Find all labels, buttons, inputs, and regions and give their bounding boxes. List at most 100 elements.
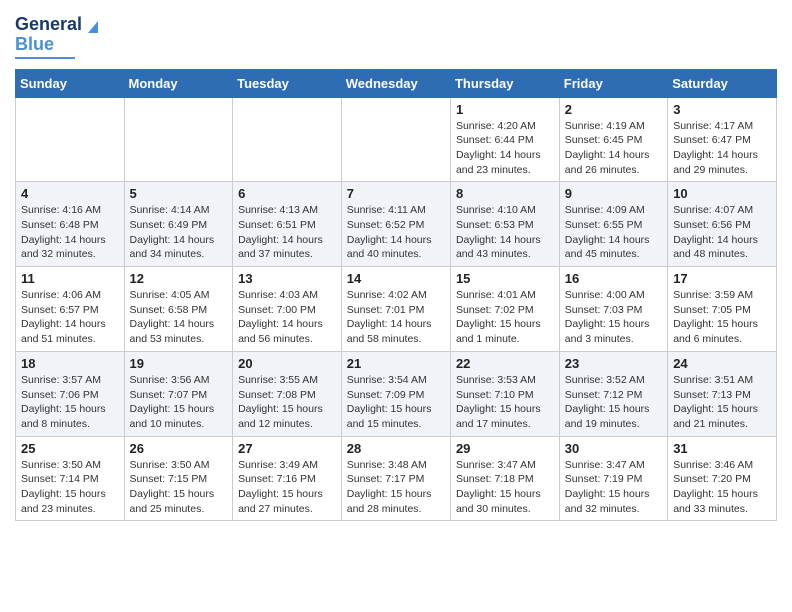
calendar-week-row: 25 Sunrise: 3:50 AM Sunset: 7:14 PM Dayli… [16, 436, 777, 521]
calendar-cell: 1Sunrise: 4:20 AM Sunset: 6:44 PM Daylig… [450, 97, 559, 182]
weekday-header-thursday: Thursday [450, 69, 559, 97]
weekday-header-wednesday: Wednesday [341, 69, 450, 97]
calendar-cell: 25 Sunrise: 3:50 AM Sunset: 7:14 PM Dayli… [16, 436, 125, 521]
day-info: Sunrise: 4:14 AM Sunset: 6:49 PM Dayligh… [130, 203, 228, 262]
calendar-cell [124, 97, 233, 182]
day-info: Sunrise: 4:09 AM Sunset: 6:55 PM Dayligh… [565, 203, 662, 262]
day-number: 19 [130, 356, 228, 371]
calendar-cell: 18 Sunrise: 3:57 AM Sunset: 7:06 PM Dayli… [16, 351, 125, 436]
calendar-week-row: 11 Sunrise: 4:06 AM Sunset: 6:57 PM Dayli… [16, 267, 777, 352]
day-number: 13 [238, 271, 336, 286]
day-info: Sunrise: 4:01 AM Sunset: 7:02 PM Dayligh… [456, 288, 554, 347]
calendar-week-row: 18 Sunrise: 3:57 AM Sunset: 7:06 PM Dayli… [16, 351, 777, 436]
calendar-cell: 27 Sunrise: 3:49 AM Sunset: 7:16 PM Dayli… [233, 436, 342, 521]
day-info: Sunrise: 4:16 AM Sunset: 6:48 PM Dayligh… [21, 203, 119, 262]
day-number: 16 [565, 271, 662, 286]
day-info: Sunrise: 3:51 AM Sunset: 7:13 PM Dayligh… [673, 373, 771, 432]
calendar-cell: 26 Sunrise: 3:50 AM Sunset: 7:15 PM Dayli… [124, 436, 233, 521]
calendar-cell: 30 Sunrise: 3:47 AM Sunset: 7:19 PM Dayli… [559, 436, 667, 521]
logo-text-blue: Blue [15, 35, 54, 55]
calendar-cell: 5 Sunrise: 4:14 AM Sunset: 6:49 PM Daylig… [124, 182, 233, 267]
day-number: 23 [565, 356, 662, 371]
day-info: Sunrise: 4:10 AM Sunset: 6:53 PM Dayligh… [456, 203, 554, 262]
day-number: 8 [456, 186, 554, 201]
day-number: 2 [565, 102, 662, 117]
calendar-cell: 20Sunrise: 3:55 AM Sunset: 7:08 PM Dayli… [233, 351, 342, 436]
day-number: 17 [673, 271, 771, 286]
day-info: Sunrise: 4:13 AM Sunset: 6:51 PM Dayligh… [238, 203, 336, 262]
day-number: 31 [673, 441, 771, 456]
calendar-cell: 6 Sunrise: 4:13 AM Sunset: 6:51 PM Daylig… [233, 182, 342, 267]
calendar-cell: 21 Sunrise: 3:54 AM Sunset: 7:09 PM Dayli… [341, 351, 450, 436]
day-number: 11 [21, 271, 119, 286]
day-number: 25 [21, 441, 119, 456]
calendar-cell: 7Sunrise: 4:11 AM Sunset: 6:52 PM Daylig… [341, 182, 450, 267]
day-number: 26 [130, 441, 228, 456]
day-info: Sunrise: 4:06 AM Sunset: 6:57 PM Dayligh… [21, 288, 119, 347]
calendar-cell: 3Sunrise: 4:17 AM Sunset: 6:47 PM Daylig… [668, 97, 777, 182]
calendar-cell: 31Sunrise: 3:46 AM Sunset: 7:20 PM Dayli… [668, 436, 777, 521]
calendar-cell: 29 Sunrise: 3:47 AM Sunset: 7:18 PM Dayli… [450, 436, 559, 521]
weekday-header-tuesday: Tuesday [233, 69, 342, 97]
day-info: Sunrise: 3:47 AM Sunset: 7:18 PM Dayligh… [456, 458, 554, 517]
calendar-cell [233, 97, 342, 182]
weekday-header-monday: Monday [124, 69, 233, 97]
day-info: Sunrise: 4:19 AM Sunset: 6:45 PM Dayligh… [565, 119, 662, 178]
calendar-cell: 23 Sunrise: 3:52 AM Sunset: 7:12 PM Dayli… [559, 351, 667, 436]
day-number: 4 [21, 186, 119, 201]
day-info: Sunrise: 3:52 AM Sunset: 7:12 PM Dayligh… [565, 373, 662, 432]
day-number: 22 [456, 356, 554, 371]
calendar-cell: 8 Sunrise: 4:10 AM Sunset: 6:53 PM Daylig… [450, 182, 559, 267]
weekday-header-saturday: Saturday [668, 69, 777, 97]
calendar-cell: 19 Sunrise: 3:56 AM Sunset: 7:07 PM Dayli… [124, 351, 233, 436]
page-header: General Blue [15, 15, 777, 59]
logo-text-general: General [15, 15, 82, 35]
calendar-cell: 24 Sunrise: 3:51 AM Sunset: 7:13 PM Dayli… [668, 351, 777, 436]
calendar-cell: 28Sunrise: 3:48 AM Sunset: 7:17 PM Dayli… [341, 436, 450, 521]
calendar-cell: 17Sunrise: 3:59 AM Sunset: 7:05 PM Dayli… [668, 267, 777, 352]
calendar-week-row: 1Sunrise: 4:20 AM Sunset: 6:44 PM Daylig… [16, 97, 777, 182]
calendar-cell: 22 Sunrise: 3:53 AM Sunset: 7:10 PM Dayli… [450, 351, 559, 436]
logo: General Blue [15, 15, 102, 59]
day-info: Sunrise: 3:50 AM Sunset: 7:14 PM Dayligh… [21, 458, 119, 517]
calendar-cell: 15Sunrise: 4:01 AM Sunset: 7:02 PM Dayli… [450, 267, 559, 352]
logo-triangle-icon [84, 17, 102, 35]
logo-underline [15, 57, 75, 59]
day-info: Sunrise: 4:17 AM Sunset: 6:47 PM Dayligh… [673, 119, 771, 178]
day-number: 30 [565, 441, 662, 456]
day-number: 9 [565, 186, 662, 201]
day-info: Sunrise: 3:49 AM Sunset: 7:16 PM Dayligh… [238, 458, 336, 517]
weekday-header-row: SundayMondayTuesdayWednesdayThursdayFrid… [16, 69, 777, 97]
calendar-cell [341, 97, 450, 182]
day-number: 14 [347, 271, 445, 286]
calendar-cell: 11 Sunrise: 4:06 AM Sunset: 6:57 PM Dayli… [16, 267, 125, 352]
day-info: Sunrise: 3:47 AM Sunset: 7:19 PM Dayligh… [565, 458, 662, 517]
day-number: 21 [347, 356, 445, 371]
day-number: 18 [21, 356, 119, 371]
day-info: Sunrise: 4:00 AM Sunset: 7:03 PM Dayligh… [565, 288, 662, 347]
day-info: Sunrise: 4:05 AM Sunset: 6:58 PM Dayligh… [130, 288, 228, 347]
weekday-header-sunday: Sunday [16, 69, 125, 97]
day-number: 29 [456, 441, 554, 456]
day-number: 20 [238, 356, 336, 371]
day-info: Sunrise: 3:53 AM Sunset: 7:10 PM Dayligh… [456, 373, 554, 432]
day-info: Sunrise: 3:56 AM Sunset: 7:07 PM Dayligh… [130, 373, 228, 432]
calendar-cell: 10Sunrise: 4:07 AM Sunset: 6:56 PM Dayli… [668, 182, 777, 267]
calendar-cell: 13Sunrise: 4:03 AM Sunset: 7:00 PM Dayli… [233, 267, 342, 352]
calendar-cell [16, 97, 125, 182]
day-info: Sunrise: 4:20 AM Sunset: 6:44 PM Dayligh… [456, 119, 554, 178]
calendar-table: SundayMondayTuesdayWednesdayThursdayFrid… [15, 69, 777, 522]
day-info: Sunrise: 4:07 AM Sunset: 6:56 PM Dayligh… [673, 203, 771, 262]
day-number: 12 [130, 271, 228, 286]
day-number: 5 [130, 186, 228, 201]
day-info: Sunrise: 3:57 AM Sunset: 7:06 PM Dayligh… [21, 373, 119, 432]
day-number: 6 [238, 186, 336, 201]
day-number: 24 [673, 356, 771, 371]
day-info: Sunrise: 3:54 AM Sunset: 7:09 PM Dayligh… [347, 373, 445, 432]
day-number: 27 [238, 441, 336, 456]
day-info: Sunrise: 3:50 AM Sunset: 7:15 PM Dayligh… [130, 458, 228, 517]
calendar-cell: 14Sunrise: 4:02 AM Sunset: 7:01 PM Dayli… [341, 267, 450, 352]
calendar-week-row: 4 Sunrise: 4:16 AM Sunset: 6:48 PM Daylig… [16, 182, 777, 267]
day-info: Sunrise: 3:48 AM Sunset: 7:17 PM Dayligh… [347, 458, 445, 517]
calendar-cell: 9 Sunrise: 4:09 AM Sunset: 6:55 PM Daylig… [559, 182, 667, 267]
